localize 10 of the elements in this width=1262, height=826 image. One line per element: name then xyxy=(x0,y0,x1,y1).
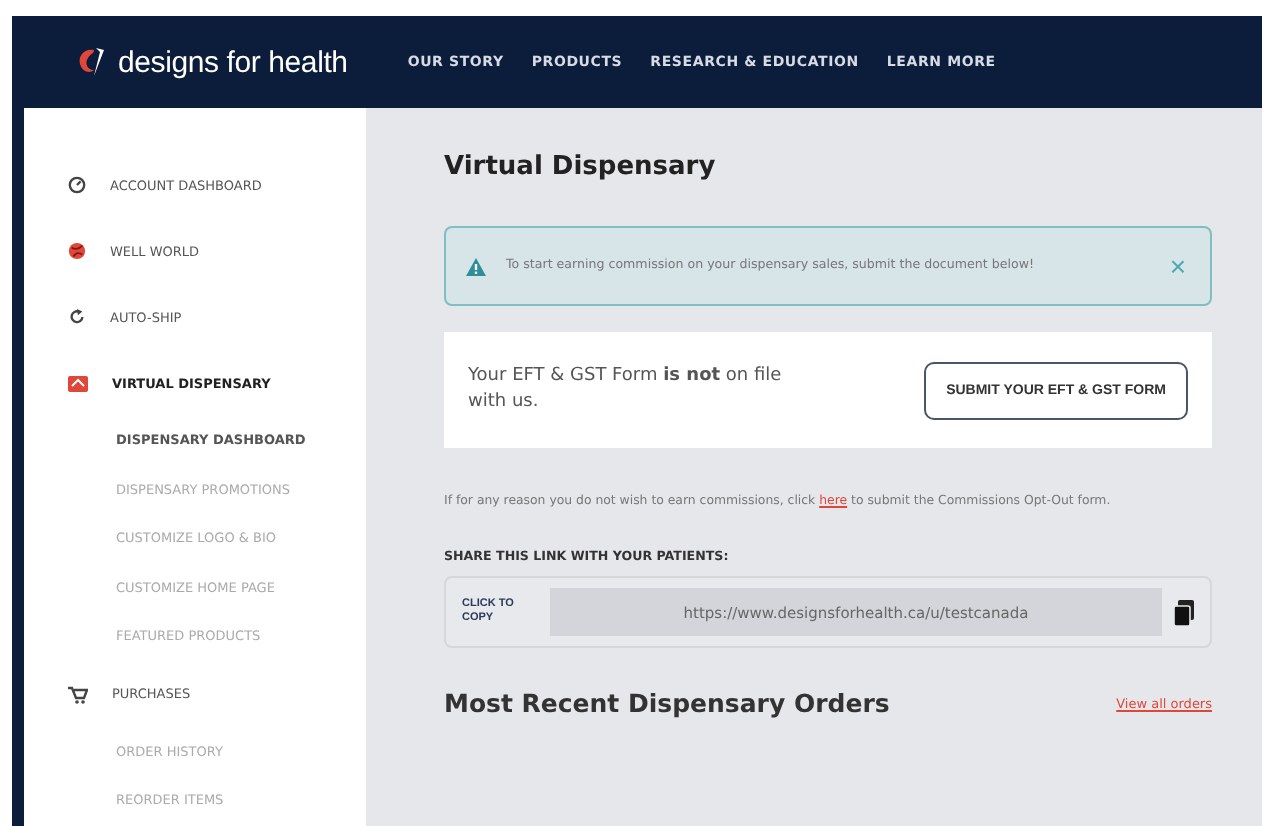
globe-icon xyxy=(68,242,86,260)
logo-text[interactable]: designs for health xyxy=(118,45,348,79)
copy-icon[interactable] xyxy=(1174,599,1194,626)
cart-icon xyxy=(68,685,88,703)
gauge-icon xyxy=(68,176,86,194)
warning-icon xyxy=(466,257,486,275)
section-title: Most Recent Dispensary Orders xyxy=(444,688,890,719)
form-status-text: Your EFT & GST Form is not on file with us. xyxy=(468,363,784,416)
refresh-icon xyxy=(68,308,86,326)
page-title: Virtual Dispensary xyxy=(444,152,718,182)
